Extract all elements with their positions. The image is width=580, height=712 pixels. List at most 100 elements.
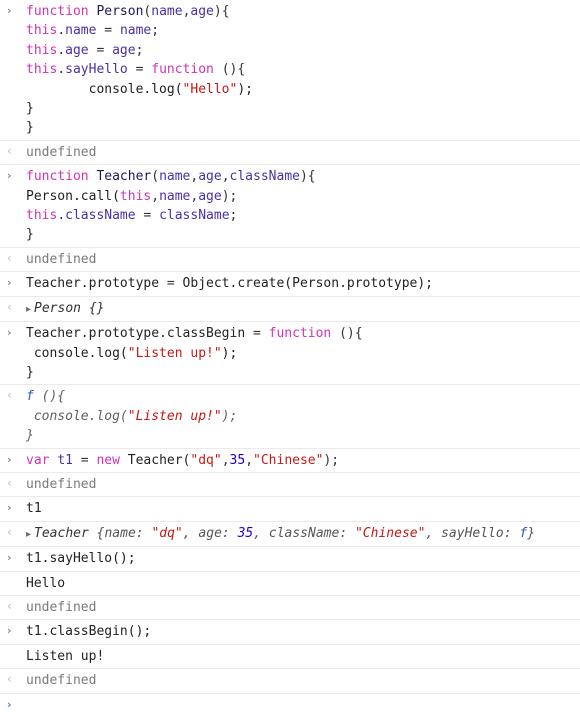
token-punct: = <box>96 23 120 39</box>
output-prompt-icon: ‹ <box>7 475 12 490</box>
instance-prop-colon: : <box>503 525 520 541</box>
instance-prop-sep: , <box>253 525 269 541</box>
instance-prop-colon: : <box>221 525 238 541</box>
code-line: var t1 = new Teacher("dq",35,"Chinese"); <box>26 451 576 470</box>
entry-gutter: › <box>7 325 21 340</box>
entry-content: Listen up! <box>26 647 580 666</box>
token-str: "Hello" <box>182 81 238 97</box>
token-kw: new <box>96 452 120 468</box>
console-entry-input[interactable]: › Teacher.prototype.classBegin = function… <box>0 322 580 386</box>
console-entry-result-function: ‹ f (){ console.log("Listen up!");} <box>0 385 580 449</box>
token-punct: ; <box>229 208 238 224</box>
token-plain: t1.classBegin(); <box>26 624 152 640</box>
token-punct: ; <box>135 42 144 58</box>
code-line: this.className = className; <box>26 206 576 225</box>
output-prompt-icon: ‹ <box>7 388 12 403</box>
entry-gutter: ‹ <box>7 300 21 315</box>
function-glyph-icon: f <box>26 389 34 405</box>
output-prompt-icon: ‹ <box>7 672 12 687</box>
token-plain: Object.create(Person.prototype); <box>182 276 433 292</box>
entry-gutter: ‹ <box>7 525 21 540</box>
token-ident: name <box>159 169 191 185</box>
entry-content: undefined <box>26 250 580 269</box>
entry-content: t1.sayHello(); <box>26 549 580 568</box>
token-plain: } <box>26 364 34 380</box>
token-str: "Chinese" <box>253 452 324 468</box>
entry-gutter: ‹ <box>7 144 21 159</box>
entry-gutter: ‹ <box>7 476 21 491</box>
token-kw: function <box>26 4 89 19</box>
function-result-text: console.log( <box>26 408 128 424</box>
token-plain: console.log( <box>26 345 128 361</box>
token-punct: ); <box>221 188 238 204</box>
token-punct: ){ <box>299 169 316 185</box>
console-log-text: Listen up! <box>26 648 105 664</box>
console-entry-result: ‹ undefined <box>0 596 580 621</box>
token-punct: ( <box>151 169 160 185</box>
console-entry-result: ‹ undefined <box>0 141 580 166</box>
console-entry-input[interactable]: › Teacher.prototype = Object.create(Perso… <box>0 272 580 297</box>
function-result-text: } <box>26 428 34 444</box>
token-ident: name <box>151 4 183 19</box>
console-entry-result: ‹ undefined <box>0 669 580 694</box>
token-punct: = <box>127 62 152 78</box>
input-prompt-icon: › <box>7 4 12 17</box>
token-punct: (){ <box>331 326 363 342</box>
console-entry-log: Listen up! <box>0 645 580 670</box>
token-punct: . <box>57 208 66 224</box>
console-entry-input[interactable]: › var t1 = new Teacher("dq",35,"Chinese")… <box>0 449 580 473</box>
instance-prop-value: 35 <box>237 525 254 541</box>
token-kw: this <box>26 62 58 78</box>
disclosure-triangle-icon[interactable]: ▸ <box>26 300 31 319</box>
token-plain: Teacher( <box>119 452 191 468</box>
token-ident: sayHello <box>65 62 128 78</box>
token-ident: age <box>198 169 222 185</box>
console-entry-input[interactable]: › t1 <box>0 497 580 522</box>
disclosure-triangle-icon[interactable]: ▸ <box>26 525 31 544</box>
token-plain: t1 <box>26 501 42 517</box>
instance-brace-close: } <box>527 525 536 541</box>
console-entry-input[interactable]: › t1.classBegin(); <box>0 620 580 645</box>
token-plain: Teacher.prototype.classBegin <box>26 326 246 342</box>
console-entry-result: ‹ undefined <box>0 473 580 498</box>
token-ident: t1 <box>57 452 73 468</box>
console-entry-input[interactable]: › function Person(name,age){this.name = n… <box>0 0 580 141</box>
console-entry-input[interactable]: › function Teacher(name,age,className){Pe… <box>0 165 580 248</box>
entry-gutter: ‹ <box>7 251 21 266</box>
output-prompt-icon: ‹ <box>7 524 12 539</box>
token-plain: Person.call( <box>26 188 120 204</box>
function-result-text: (){ <box>33 389 66 405</box>
entry-content: function Teacher(name,age,className){Per… <box>26 167 580 245</box>
entry-content: var t1 = new Teacher("dq",35,"Chinese"); <box>26 451 580 470</box>
result-undefined-text: undefined <box>26 673 97 689</box>
token-punct: ); <box>323 452 340 468</box>
instance-class-name: Teacher <box>34 525 89 541</box>
code-line: t1.sayHello(); <box>26 549 576 568</box>
token-ident: className <box>229 169 300 185</box>
instance-prop-colon: : <box>135 525 152 541</box>
token-fname: Teacher <box>96 169 152 185</box>
result-undefined-text: undefined <box>26 599 97 615</box>
console-entry-cursor[interactable]: › <box>0 694 580 711</box>
token-plain: ); <box>237 81 253 97</box>
token-punct: (){ <box>213 62 246 78</box>
instance-prop-value: "dq" <box>151 525 183 541</box>
code-line: t1.classBegin(); <box>26 622 576 641</box>
token-punct: , <box>245 452 254 468</box>
console-log-panel[interactable]: › function Person(name,age){ this. name = n… <box>0 0 580 711</box>
entry-gutter: ‹ <box>7 388 21 403</box>
code-line: } <box>26 118 576 137</box>
entry-gutter: › <box>7 3 21 18</box>
output-prompt-icon: ‹ <box>7 598 12 613</box>
console-entry-input[interactable]: › t1.sayHello(); <box>0 547 580 572</box>
result-undefined-text: undefined <box>26 144 97 160</box>
input-prompt-icon: › <box>7 551 12 565</box>
function-result-text: ); <box>221 408 238 424</box>
object-spacer <box>81 301 89 316</box>
instance-prop-key: name <box>104 525 136 541</box>
token-punct: = <box>159 276 183 292</box>
token-punct: ){ <box>213 4 230 19</box>
token-kw: function <box>26 169 89 185</box>
token-kw: this <box>26 23 58 39</box>
code-line: function Person(name,age){ <box>26 2 576 21</box>
